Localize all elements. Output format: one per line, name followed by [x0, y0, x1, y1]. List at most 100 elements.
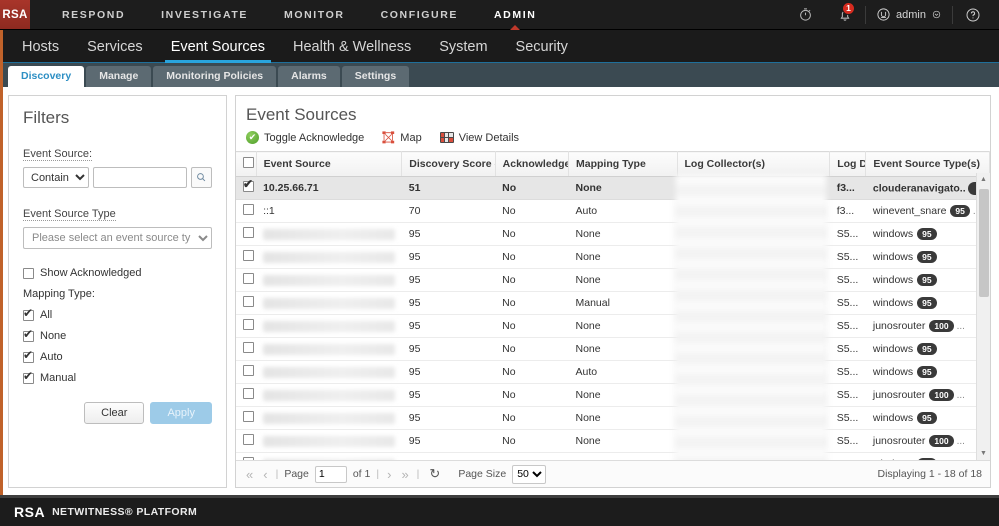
- map-button[interactable]: Map: [382, 131, 422, 144]
- nav-item-configure[interactable]: CONFIGURE: [363, 0, 476, 30]
- table-row[interactable]: 95NoNoneS5...windows95: [236, 268, 990, 292]
- user-menu[interactable]: admin: [866, 7, 952, 22]
- row-select-checkbox[interactable]: [243, 411, 254, 422]
- cell-log-decoders: f3...: [829, 176, 866, 200]
- row-select-checkbox[interactable]: [243, 388, 254, 399]
- subnav-item-security[interactable]: Security: [502, 39, 582, 62]
- show-acknowledged-checkbox[interactable]: [23, 267, 34, 279]
- subnav-item-event-sources[interactable]: Event Sources: [157, 39, 279, 63]
- toggle-acknowledge-button[interactable]: ✔ Toggle Acknowledge: [246, 131, 364, 144]
- row-select-cell[interactable]: [236, 199, 257, 223]
- nav-item-respond[interactable]: RESPOND: [44, 0, 143, 30]
- row-select-cell[interactable]: [236, 406, 257, 430]
- prev-page-icon[interactable]: ‹: [261, 467, 269, 482]
- help-icon[interactable]: [953, 0, 993, 30]
- row-select-checkbox[interactable]: [243, 296, 254, 307]
- scroll-up-icon[interactable]: ▲: [977, 173, 990, 186]
- tab-settings[interactable]: Settings: [341, 66, 410, 87]
- last-page-icon[interactable]: »: [399, 467, 410, 482]
- grid-vertical-scrollbar[interactable]: ▲ ▼: [976, 173, 990, 460]
- mapping-type-auto-row[interactable]: Auto: [23, 348, 212, 363]
- row-select-cell[interactable]: [236, 268, 257, 292]
- column-header-log-collectors[interactable]: Log Collector(s): [677, 151, 831, 177]
- row-select-cell[interactable]: [236, 337, 257, 361]
- row-select-cell[interactable]: [236, 383, 257, 407]
- row-select-cell[interactable]: [236, 291, 257, 315]
- row-select-checkbox[interactable]: [243, 457, 254, 460]
- table-row[interactable]: 95 No None S5... junosrouter 100...: [236, 383, 990, 407]
- row-select-cell[interactable]: [236, 314, 257, 338]
- tab-monitoring-policies[interactable]: Monitoring Policies: [153, 66, 277, 87]
- search-icon[interactable]: [191, 167, 212, 188]
- mapping-type-all-row[interactable]: All: [23, 306, 212, 321]
- row-select-checkbox[interactable]: [243, 250, 254, 261]
- match-mode-select[interactable]: Contain: [23, 167, 89, 188]
- scrollbar-thumb[interactable]: [979, 189, 989, 297]
- tab-alarms[interactable]: Alarms: [278, 66, 340, 87]
- select-all-header[interactable]: [236, 151, 257, 177]
- page-number-input[interactable]: [314, 465, 347, 483]
- scroll-down-icon[interactable]: ▼: [977, 447, 990, 460]
- row-select-checkbox[interactable]: [243, 204, 254, 215]
- table-row[interactable]: 95 No None S5... junosrouter 100...: [236, 429, 990, 453]
- table-row[interactable]: 10.25.66.7151NoNone f3... clouderanavigato…: [236, 176, 990, 200]
- nav-item-admin[interactable]: ADMIN: [476, 0, 554, 30]
- subnav-item-hosts[interactable]: Hosts: [8, 39, 73, 62]
- view-details-button[interactable]: View Details: [439, 132, 519, 144]
- mapping-type-manual-row[interactable]: Manual: [23, 369, 212, 384]
- table-row[interactable]: ::170NoAuto f3...winevent_snare95...: [236, 199, 990, 223]
- first-page-icon[interactable]: «: [244, 467, 255, 482]
- table-row[interactable]: 95 No Manual S5... windows 95: [236, 291, 990, 315]
- tab-discovery[interactable]: Discovery: [8, 66, 85, 87]
- table-row[interactable]: 95NoNoneS5...windows95: [236, 406, 990, 430]
- row-select-checkbox[interactable]: [243, 177, 254, 192]
- event-source-input[interactable]: [93, 167, 187, 188]
- row-select-checkbox[interactable]: [243, 434, 254, 445]
- column-header-event-source[interactable]: Event Source: [256, 151, 403, 177]
- tab-manage[interactable]: Manage: [86, 66, 152, 87]
- mapping-type-auto-checkbox[interactable]: [23, 348, 34, 363]
- table-row[interactable]: 95NoNoneS5...windows95: [236, 245, 990, 269]
- table-row[interactable]: 95 No None S5... junosrouter 100...: [236, 314, 990, 338]
- page-size-select[interactable]: 50: [512, 464, 547, 484]
- mapping-type-all-checkbox[interactable]: [23, 306, 34, 321]
- row-select-checkbox[interactable]: [243, 227, 254, 238]
- mapping-type-none-checkbox[interactable]: [23, 327, 34, 342]
- subnav-item-system[interactable]: System: [425, 39, 501, 62]
- clear-button[interactable]: Clear: [84, 402, 145, 424]
- table-row[interactable]: 95 No Auto S5... windows 95: [236, 360, 990, 384]
- row-select-checkbox[interactable]: [243, 319, 254, 330]
- timer-icon[interactable]: [785, 0, 825, 30]
- bell-icon[interactable]: 1: [825, 0, 865, 30]
- table-row[interactable]: 95NoNoneS5...windows95: [236, 222, 990, 246]
- row-select-cell[interactable]: [236, 452, 257, 460]
- mapping-type-manual-checkbox[interactable]: [23, 369, 34, 384]
- column-header-log-decoders[interactable]: Log De: [829, 151, 867, 177]
- row-select-cell[interactable]: [236, 176, 257, 200]
- row-select-cell[interactable]: [236, 222, 257, 246]
- row-select-cell[interactable]: [236, 245, 257, 269]
- refresh-icon[interactable]: ↻: [425, 466, 444, 482]
- row-select-checkbox[interactable]: [243, 342, 254, 353]
- nav-item-investigate[interactable]: INVESTIGATE: [143, 0, 266, 30]
- event-source-type-select[interactable]: Please select an event source type: [23, 227, 212, 249]
- subnav-item-health-wellness[interactable]: Health & Wellness: [279, 39, 425, 62]
- show-acknowledged-row[interactable]: Show Acknowledged: [23, 267, 212, 279]
- apply-button[interactable]: Apply: [150, 402, 212, 424]
- column-header-mapping-type[interactable]: Mapping Type: [568, 151, 678, 177]
- event-source-type-name: windows: [873, 458, 913, 460]
- nav-item-monitor[interactable]: MONITOR: [266, 0, 363, 30]
- next-page-icon[interactable]: ›: [385, 467, 393, 482]
- row-select-checkbox[interactable]: [243, 365, 254, 376]
- row-select-cell[interactable]: [236, 360, 257, 384]
- column-header-discovery-score[interactable]: Discovery Score ^: [401, 151, 496, 177]
- row-select-checkbox[interactable]: [243, 273, 254, 284]
- row-select-cell[interactable]: [236, 429, 257, 453]
- subnav-item-services[interactable]: Services: [73, 39, 157, 62]
- column-header-acknowledged[interactable]: Acknowledged: [495, 151, 570, 177]
- table-row[interactable]: 95NoNoneS5...windows95: [236, 452, 990, 460]
- mapping-type-none-row[interactable]: None: [23, 327, 212, 342]
- column-header-event-source-types[interactable]: Event Source Type(s): [865, 151, 990, 177]
- table-row[interactable]: 95NoNoneS5...windows95: [236, 337, 990, 361]
- select-all-checkbox[interactable]: [243, 157, 254, 168]
